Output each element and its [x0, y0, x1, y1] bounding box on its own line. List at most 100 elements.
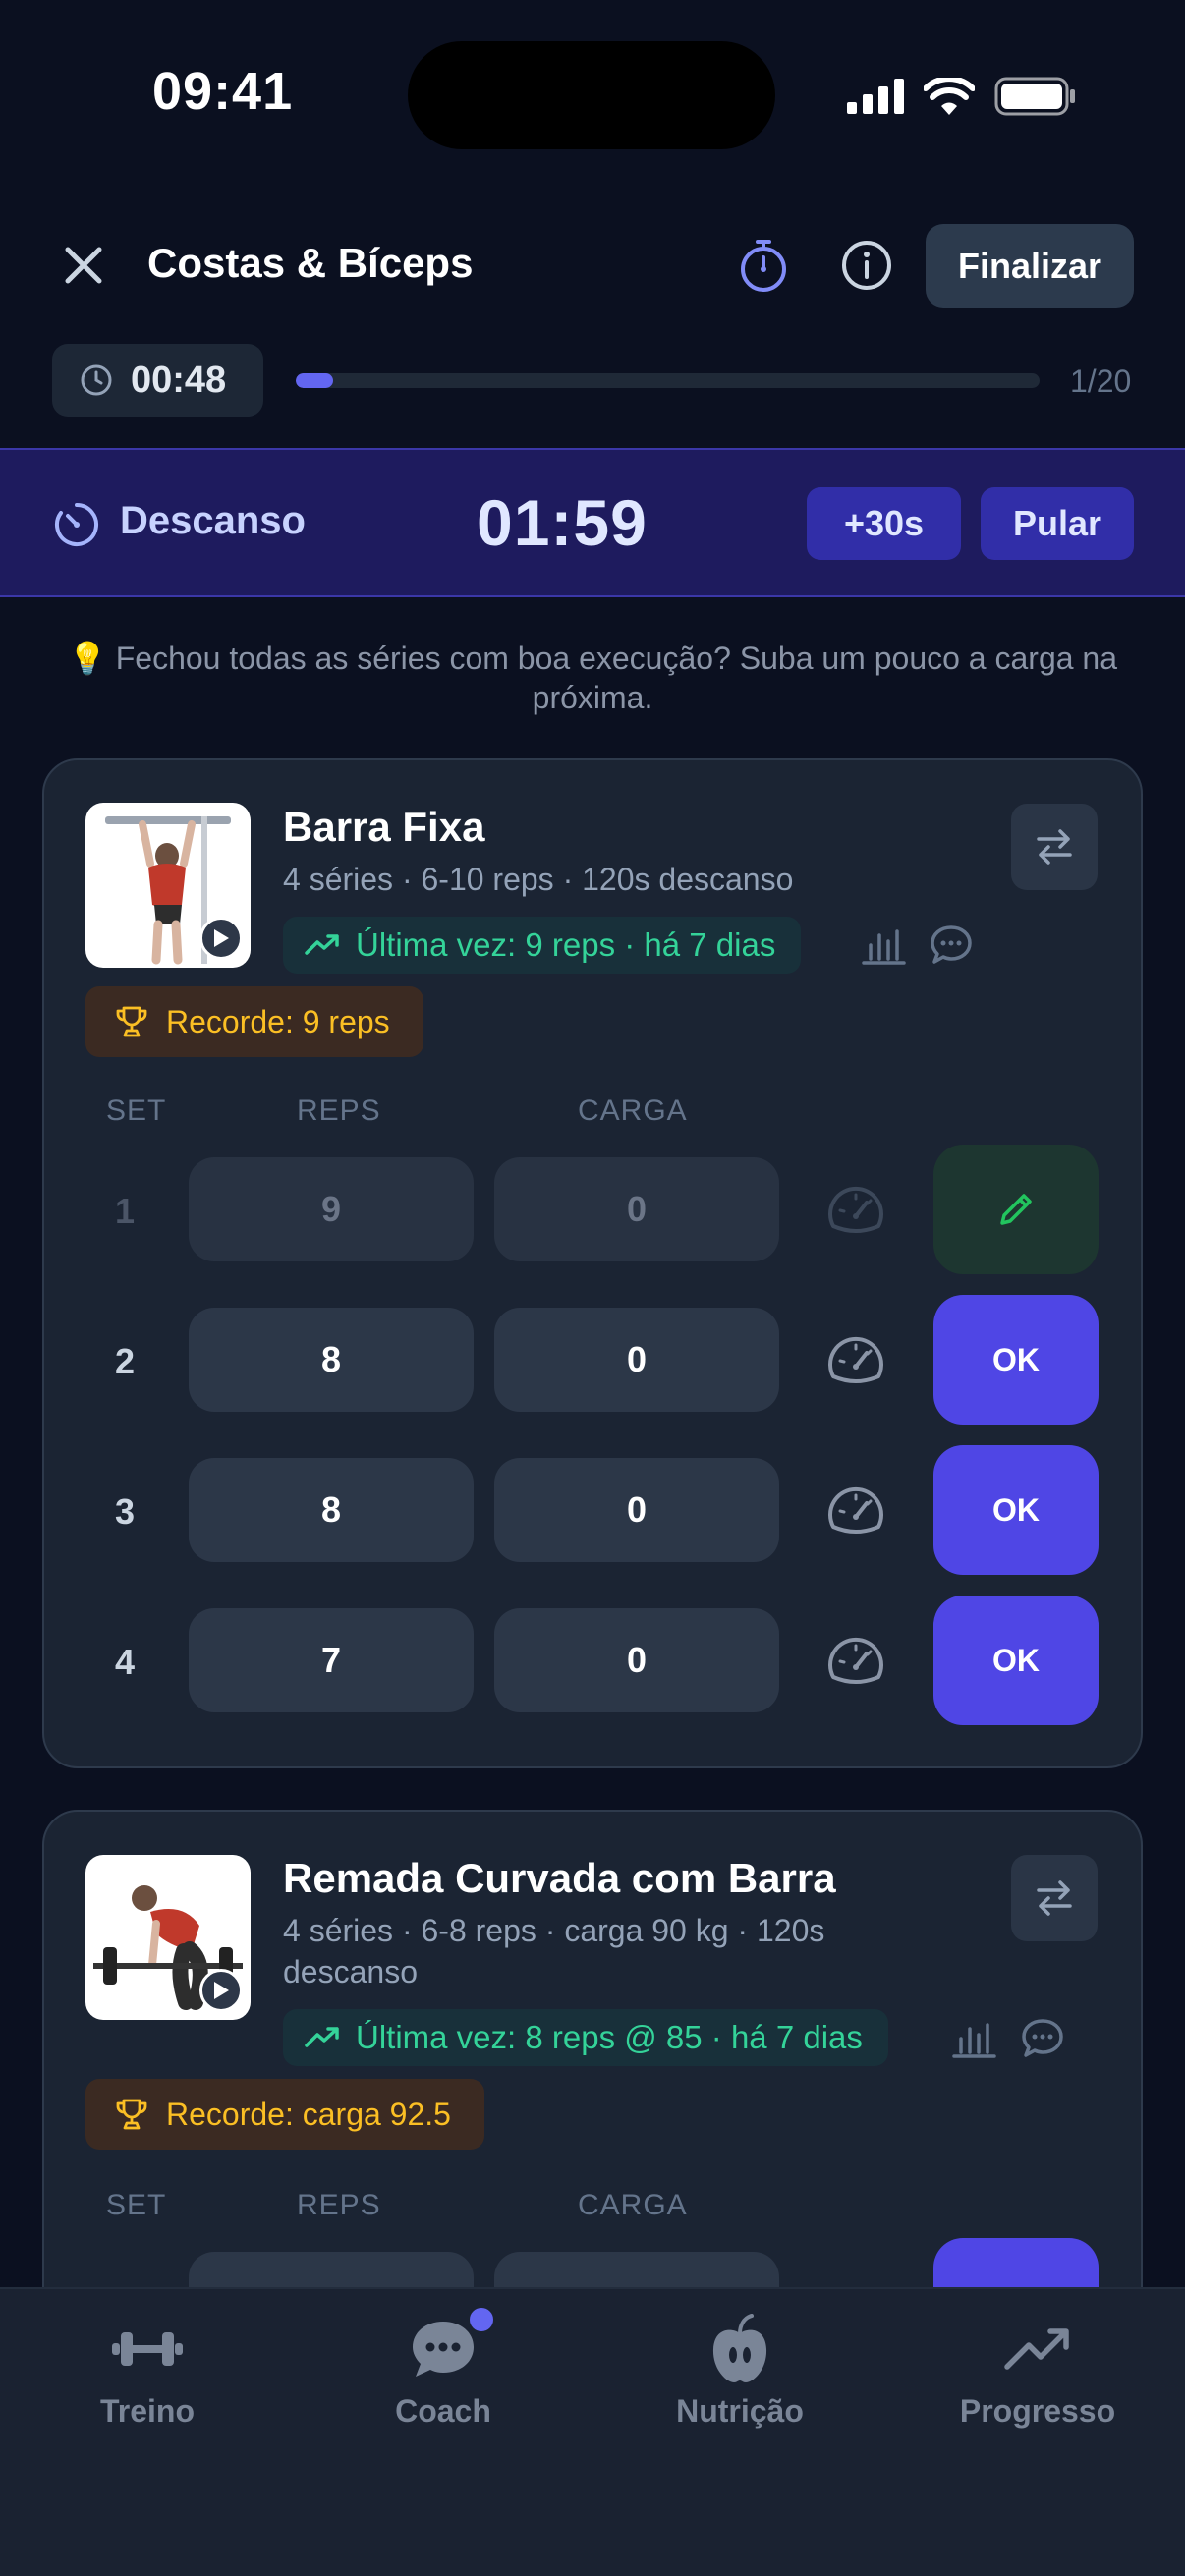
finish-button[interactable]: Finalizar	[926, 224, 1134, 308]
stopwatch-button[interactable]	[732, 234, 795, 297]
close-button[interactable]	[54, 236, 113, 295]
clock-icon	[81, 364, 112, 396]
record-text: Recorde: 9 reps	[166, 1003, 390, 1039]
load-input[interactable]: 0	[494, 1608, 779, 1712]
play-video-button[interactable]	[199, 1969, 243, 2012]
swap-exercise-button[interactable]	[1011, 804, 1098, 890]
record-text: Recorde: carga 92.5	[166, 2096, 451, 2132]
play-icon	[214, 1982, 229, 1999]
trophy-icon	[116, 2099, 147, 2130]
close-icon	[65, 247, 102, 284]
history-chart-button[interactable]	[860, 922, 907, 969]
rpe-button[interactable]	[821, 1478, 890, 1546]
lightbulb-icon: 💡	[67, 641, 107, 676]
set-number: 1	[114, 1191, 136, 1231]
coach-tip: 💡 Fechou todas as séries com boa execuçã…	[39, 639, 1146, 717]
elapsed-time: 00:48	[131, 359, 227, 401]
rest-label: Descanso	[120, 499, 306, 542]
rpe-button[interactable]	[821, 1628, 890, 1697]
complete-set-button[interactable]: OK	[933, 1596, 1099, 1725]
add-30s-button[interactable]: +30s	[807, 487, 961, 560]
set-number: 3	[114, 1491, 136, 1532]
gauge-icon	[828, 1486, 883, 1534]
status-time: 09:41	[152, 62, 294, 121]
session-progress-fill	[296, 373, 333, 388]
session-progress-count: 1/20	[1070, 364, 1132, 399]
record-badge: Recorde: carga 92.5	[85, 2079, 484, 2150]
col-load-header: CARGA	[578, 2189, 688, 2221]
info-button[interactable]	[835, 234, 898, 297]
play-video-button[interactable]	[199, 917, 243, 960]
reps-input[interactable]: 8	[189, 1458, 474, 1562]
last-time-badge: Última vez: 9 reps · há 7 dias	[283, 917, 802, 974]
exercise-name: Remada Curvada com Barra	[283, 1855, 836, 1901]
gauge-icon	[828, 1637, 883, 1684]
rpe-button[interactable]	[821, 1327, 890, 1396]
gauge-icon	[828, 1336, 883, 1383]
swap-icon	[1037, 829, 1072, 865]
pencil-icon	[1000, 1194, 1032, 1225]
gauge-icon	[828, 1186, 883, 1233]
record-badge: Recorde: 9 reps	[85, 986, 423, 1057]
play-icon	[214, 929, 229, 947]
notes-button[interactable]	[928, 922, 975, 969]
apple-icon	[712, 2314, 767, 2382]
notification-badge	[467, 2305, 496, 2334]
chat-icon	[413, 2322, 474, 2377]
reps-input[interactable]: 9	[189, 1157, 474, 1261]
nav-label: Progresso	[959, 2393, 1116, 2429]
bar-chart-icon	[862, 929, 906, 965]
rpe-button[interactable]	[821, 1177, 890, 1246]
signal-icon	[847, 79, 904, 114]
battery-icon	[994, 77, 1075, 116]
edit-set-button[interactable]	[933, 1145, 1099, 1274]
col-set-header: SET	[106, 1094, 167, 1127]
exercise-meta: 4 séries · 6-10 reps · 120s descanso	[283, 862, 794, 897]
trending-up-icon	[305, 934, 339, 955]
load-input[interactable]: 0	[494, 1308, 779, 1412]
exercise-meta: 4 séries · 6-8 reps · carga 90 kg · 120s…	[283, 1913, 825, 1989]
dynamic-island	[408, 41, 775, 149]
set-number: 4	[114, 1642, 136, 1682]
skip-rest-button[interactable]: Pular	[981, 487, 1134, 560]
trending-up-icon	[1004, 2328, 1069, 2370]
reps-input[interactable]: 7	[189, 1608, 474, 1712]
exercise-thumbnail[interactable]	[85, 803, 251, 968]
load-input[interactable]: 0	[494, 1157, 779, 1261]
reps-input[interactable]: 8	[189, 1308, 474, 1412]
tip-text: Fechou todas as séries com boa execução?…	[115, 641, 1118, 715]
exercise-thumbnail[interactable]	[85, 1855, 251, 2020]
wifi-icon	[924, 78, 975, 115]
col-reps-header: REPS	[297, 2189, 381, 2221]
col-reps-header: REPS	[297, 1094, 381, 1127]
swap-icon	[1037, 1880, 1072, 1916]
swap-exercise-button[interactable]	[1011, 1855, 1098, 1941]
notes-button[interactable]	[1019, 2015, 1066, 2062]
nav-item-coach[interactable]: Coach	[315, 2305, 571, 2430]
trending-up-icon	[305, 2027, 339, 2047]
elapsed-timer: 00:48	[52, 344, 263, 417]
last-time-text: Última vez: 8 reps @ 85 · há 7 dias	[356, 2019, 863, 2055]
load-input[interactable]: 0	[494, 1458, 779, 1562]
status-icons	[847, 73, 1077, 120]
last-time-text: Última vez: 9 reps · há 7 dias	[356, 926, 776, 963]
nav-label: Nutrição	[676, 2393, 804, 2429]
col-load-header: CARGA	[578, 1094, 688, 1127]
trophy-icon	[116, 1006, 147, 1037]
nav-item-treino[interactable]: Treino	[20, 2311, 275, 2430]
stopwatch-icon	[741, 240, 786, 292]
history-chart-button[interactable]	[950, 2015, 997, 2062]
nav-item-nutricao[interactable]: Nutrição	[612, 2311, 868, 2430]
nav-item-progresso[interactable]: Progresso	[910, 2311, 1165, 2430]
timer-icon	[55, 503, 98, 546]
info-icon	[842, 241, 891, 290]
dumbbell-icon	[112, 2332, 183, 2366]
bar-chart-icon	[952, 2023, 996, 2058]
comment-icon	[931, 925, 972, 964]
session-progress-bar	[296, 373, 1040, 388]
workout-title: Costas & Bíceps	[147, 240, 474, 286]
last-time-badge: Última vez: 8 reps @ 85 · há 7 dias	[283, 2009, 888, 2066]
complete-set-button[interactable]: OK	[933, 1445, 1099, 1575]
comment-icon	[1022, 2019, 1063, 2057]
complete-set-button[interactable]: OK	[933, 1295, 1099, 1425]
